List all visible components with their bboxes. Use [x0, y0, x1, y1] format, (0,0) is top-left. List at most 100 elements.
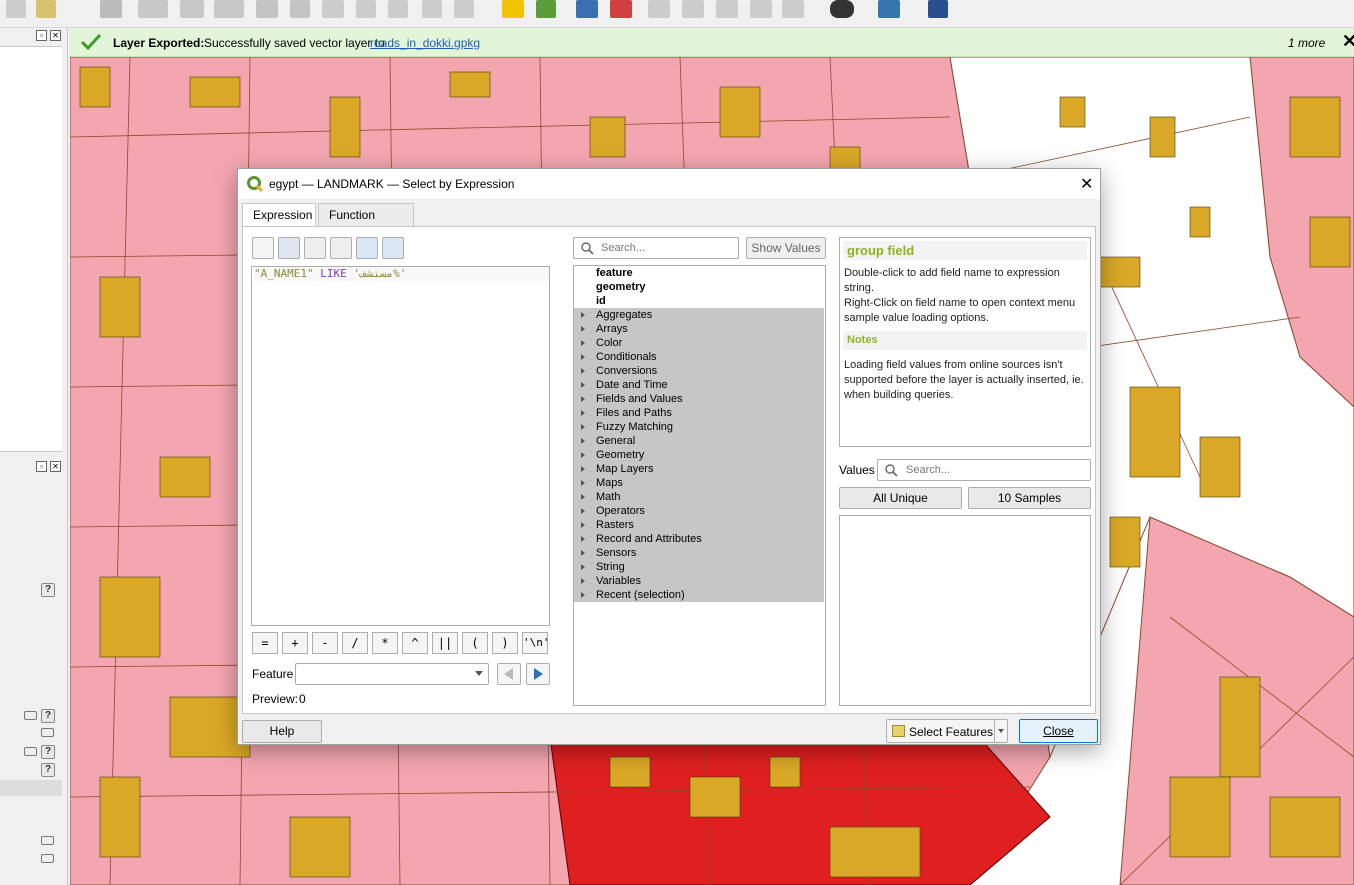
plugin-chip-icon[interactable]	[24, 711, 37, 720]
expand-arrow-icon[interactable]	[581, 424, 585, 430]
import-icon[interactable]	[356, 237, 378, 259]
tab-function-editor[interactable]: Function Editor	[318, 203, 414, 244]
expand-arrow-icon[interactable]	[581, 312, 585, 318]
binoculars-icon[interactable]	[830, 0, 854, 18]
show-values-button[interactable]: Show Values	[746, 237, 826, 259]
redo-icon[interactable]	[454, 0, 474, 18]
tree-group-item[interactable]: Maps	[574, 476, 824, 490]
ten-samples-button[interactable]: 10 Samples	[968, 487, 1091, 509]
message-more[interactable]: 1 more	[1288, 36, 1325, 50]
save-expression-icon[interactable]	[278, 237, 300, 259]
tree-group-item[interactable]: Date and Time	[574, 378, 824, 392]
expand-arrow-icon[interactable]	[581, 480, 585, 486]
tree-group-item[interactable]: Sensors	[574, 546, 824, 560]
save-edits-icon[interactable]	[100, 0, 122, 18]
previous-feature-button[interactable]	[497, 663, 521, 685]
feature-combobox[interactable]	[295, 663, 489, 685]
help-icon[interactable]: ?	[41, 763, 55, 777]
op-power-button[interactable]: ^	[402, 632, 428, 654]
pin-label-icon[interactable]	[576, 0, 598, 18]
message-link[interactable]: roads_in_dokki.gpkg	[370, 36, 480, 50]
values-search-input[interactable]: Search...	[877, 459, 1091, 481]
expand-arrow-icon[interactable]	[581, 522, 585, 528]
new-file-icon[interactable]	[252, 237, 274, 259]
op-minus-button[interactable]: -	[312, 632, 338, 654]
close-dialog-icon[interactable]: ✕	[1080, 174, 1093, 194]
expression-editor[interactable]: "A_NAME1" LIKE 'مستشف%'	[251, 266, 550, 626]
expand-arrow-icon[interactable]	[581, 592, 585, 598]
expand-arrow-icon[interactable]	[581, 368, 585, 374]
tree-field-item[interactable]: feature	[574, 266, 824, 280]
expand-arrow-icon[interactable]	[581, 578, 585, 584]
help-button[interactable]: Help	[242, 720, 322, 743]
expand-arrow-icon[interactable]	[581, 452, 585, 458]
expand-arrow-icon[interactable]	[581, 494, 585, 500]
float-panel-icon[interactable]: ▫	[36, 30, 47, 41]
plugin-chip-icon[interactable]	[41, 836, 54, 845]
select-features-dropdown[interactable]	[994, 720, 1007, 742]
op-multiply-button[interactable]: *	[372, 632, 398, 654]
plugin-chip-icon[interactable]	[24, 747, 37, 756]
tree-group-item[interactable]: Arrays	[574, 322, 824, 336]
function-search-input[interactable]: Search...	[573, 237, 739, 259]
export-icon[interactable]	[382, 237, 404, 259]
help-icon[interactable]: ?	[41, 583, 55, 597]
modify-attributes-icon[interactable]	[256, 0, 278, 18]
vertex-tool-icon[interactable]	[214, 0, 244, 18]
expand-arrow-icon[interactable]	[581, 382, 585, 388]
tree-group-item[interactable]: String	[574, 560, 824, 574]
undo-icon[interactable]	[422, 0, 442, 18]
expand-arrow-icon[interactable]	[581, 438, 585, 444]
select-features-button[interactable]: Select Features	[886, 719, 1008, 743]
move-label-icon[interactable]	[648, 0, 670, 18]
tree-field-item[interactable]: id	[574, 294, 824, 308]
op-plus-button[interactable]: +	[282, 632, 308, 654]
rotate-label-icon[interactable]	[716, 0, 738, 18]
op-equals-button[interactable]: =	[252, 632, 278, 654]
help-icon[interactable]: ?	[41, 709, 55, 723]
digitize-icon[interactable]	[138, 0, 168, 18]
delete-expression-icon[interactable]	[330, 237, 352, 259]
tree-group-item[interactable]: Record and Attributes	[574, 532, 824, 546]
expand-arrow-icon[interactable]	[581, 340, 585, 346]
tree-group-item[interactable]: Map Layers	[574, 462, 824, 476]
plugin-chip-icon[interactable]	[41, 728, 54, 737]
pencil-icon[interactable]	[36, 0, 56, 18]
op-open-paren-button[interactable]: (	[462, 632, 488, 654]
expand-arrow-icon[interactable]	[581, 564, 585, 570]
expand-arrow-icon[interactable]	[581, 550, 585, 556]
add-feature-icon[interactable]	[180, 0, 204, 18]
pencil-disabled-icon[interactable]	[6, 0, 26, 18]
close-message-icon[interactable]: ✕	[1342, 31, 1354, 52]
tree-group-item[interactable]: Geometry	[574, 448, 824, 462]
tree-field-item[interactable]: geometry	[574, 280, 824, 294]
edit-expression-icon[interactable]	[304, 237, 326, 259]
float-panel-icon[interactable]: ▫	[36, 461, 47, 472]
tree-group-item[interactable]: Operators	[574, 504, 824, 518]
copy-icon[interactable]	[356, 0, 376, 18]
close-panel-icon[interactable]: ✕	[50, 30, 61, 41]
expand-arrow-icon[interactable]	[581, 536, 585, 542]
tree-group-item[interactable]: Rasters	[574, 518, 824, 532]
next-feature-button[interactable]	[526, 663, 550, 685]
close-button[interactable]: Close	[1019, 719, 1098, 743]
tree-group-item[interactable]: Fields and Values	[574, 392, 824, 406]
op-divide-button[interactable]: /	[342, 632, 368, 654]
tree-group-item[interactable]: Math	[574, 490, 824, 504]
show-hide-label-icon[interactable]	[682, 0, 704, 18]
tree-group-item[interactable]: Fuzzy Matching	[574, 420, 824, 434]
tree-group-item[interactable]: Conversions	[574, 364, 824, 378]
help-icon[interactable]: ?	[41, 745, 55, 759]
label-abc-icon[interactable]	[502, 0, 524, 18]
highlight-label-icon[interactable]	[610, 0, 632, 18]
function-tree[interactable]: feature geometry id Aggregates Arrays Color C…	[573, 265, 826, 706]
expand-arrow-icon[interactable]	[581, 326, 585, 332]
python-icon[interactable]	[878, 0, 900, 18]
tab-expression[interactable]: Expression	[242, 203, 316, 228]
help-contents-icon[interactable]	[928, 0, 948, 18]
tree-group-item[interactable]: Color	[574, 336, 824, 350]
tree-group-item[interactable]: Conditionals	[574, 350, 824, 364]
op-close-paren-button[interactable]: )	[492, 632, 518, 654]
tree-group-item[interactable]: Variables	[574, 574, 824, 588]
expand-arrow-icon[interactable]	[581, 396, 585, 402]
